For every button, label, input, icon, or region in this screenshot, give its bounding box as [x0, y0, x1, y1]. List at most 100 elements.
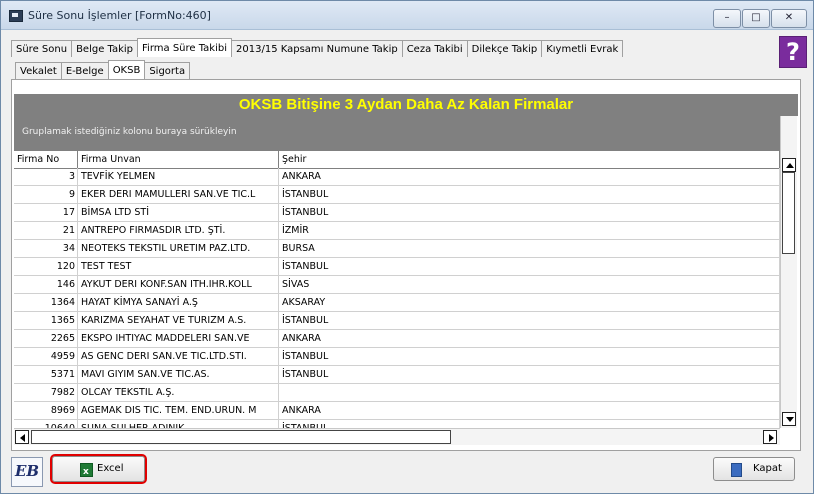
arrow-up-icon: [786, 163, 794, 168]
cell-sehir: İSTANBUL: [279, 366, 780, 383]
arrow-down-icon: [786, 417, 794, 422]
table-row[interactable]: 17 BİMSA LTD STİ İSTANBUL: [14, 204, 780, 222]
cell-firma-no: 2265: [14, 330, 78, 347]
cell-firma-unvan: ANTREPO FIRMASDIR LTD. ŞTİ.: [78, 222, 279, 239]
grid-panel: OKSB Bitişine 3 Aydan Daha Az Kalan Firm…: [11, 79, 801, 451]
minimize-button[interactable]: –: [713, 9, 741, 28]
tab-e-belge[interactable]: E-Belge: [60, 62, 109, 79]
tab-ceza-takibi[interactable]: Ceza Takibi: [401, 40, 468, 57]
maximize-button[interactable]: □: [742, 9, 770, 28]
cell-sehir: [279, 384, 780, 401]
exit-door-icon: [731, 463, 742, 477]
cell-firma-unvan: TEVFİK YELMEN: [78, 168, 279, 185]
grid-rows: 3 TEVFİK YELMEN ANKARA 9 EKER DERI MAMULLERI…: [14, 168, 780, 428]
table-row[interactable]: 7982 OLCAY TEKSTIL A.Ş.: [14, 384, 780, 402]
cell-firma-no: 120: [14, 258, 78, 275]
cell-firma-unvan: TEST TEST: [78, 258, 279, 275]
table-row[interactable]: 34 NEOTEKS TEKSTIL URETIM PAZ.LTD. BURSA: [14, 240, 780, 258]
scroll-right-button[interactable]: [763, 430, 777, 444]
cell-firma-no: 17: [14, 204, 78, 221]
cell-firma-unvan: NEOTEKS TEKSTIL URETIM PAZ.LTD.: [78, 240, 279, 257]
table-row[interactable]: 8969 AGEMAK DIS TIC. TEM. END.URUN. M ANKA…: [14, 402, 780, 420]
arrow-left-icon: [20, 434, 25, 442]
cell-firma-no: 8969: [14, 402, 78, 419]
cell-firma-unvan: EKER DERI MAMULLERI SAN.VE TIC.L: [78, 186, 279, 203]
cell-firma-unvan: AYKUT DERI KONF.SAN ITH.IHR.KOLL: [78, 276, 279, 293]
cell-sehir: ANKARA: [279, 168, 780, 185]
cell-firma-no: 7982: [14, 384, 78, 401]
vertical-scrollbar[interactable]: [780, 116, 797, 428]
table-row[interactable]: 4959 AS GENC DERI SAN.VE TIC.LTD.STI. İSTA…: [14, 348, 780, 366]
horizontal-scrollbar[interactable]: [14, 428, 780, 445]
group-hint: Gruplamak istediğiniz kolonu buraya sürü…: [22, 127, 237, 137]
table-row[interactable]: 3 TEVFİK YELMEN ANKARA: [14, 168, 780, 186]
tab-oksb[interactable]: OKSB: [107, 60, 146, 79]
cell-firma-no: 9: [14, 186, 78, 203]
cell-sehir: ANKARA: [279, 402, 780, 419]
cell-firma-no: 4959: [14, 348, 78, 365]
group-by-area[interactable]: Gruplamak istediğiniz kolonu buraya sürü…: [14, 116, 780, 150]
table-row[interactable]: 9 EKER DERI MAMULLERI SAN.VE TIC.L İSTANBU…: [14, 186, 780, 204]
scroll-left-button[interactable]: [15, 430, 29, 444]
header-firma-unvan[interactable]: Firma Unvan: [78, 151, 279, 168]
tab-vekalet[interactable]: Vekalet: [15, 62, 62, 79]
close-form-button[interactable]: Kapat: [713, 457, 795, 481]
table-row[interactable]: 1365 KARIZMA SEYAHAT VE TURIZM A.S. İSTANB…: [14, 312, 780, 330]
cell-firma-unvan: SUNA SULHER ADINIK: [78, 420, 279, 428]
cell-sehir: AKSARAY: [279, 294, 780, 311]
tab-dilekce-takip[interactable]: Dilekçe Takip: [466, 40, 543, 57]
tab-sigorta[interactable]: Sigorta: [144, 62, 191, 79]
cell-firma-unvan: KARIZMA SEYAHAT VE TURIZM A.S.: [78, 312, 279, 329]
table-row[interactable]: 2265 EKSPO IHTIYAC MADDELERI SAN.VE ANKARA: [14, 330, 780, 348]
scroll-down-button[interactable]: [782, 412, 796, 426]
cell-firma-no: 34: [14, 240, 78, 257]
cell-sehir: SİVAS: [279, 276, 780, 293]
tab-numune-takip[interactable]: 2013/15 Kapsamı Numune Takip: [231, 40, 403, 57]
header-firma-no[interactable]: Firma No: [14, 151, 78, 168]
cell-sehir: İSTANBUL: [279, 420, 780, 428]
cell-sehir: İSTANBUL: [279, 204, 780, 221]
tab-firma-sure-takibi[interactable]: Firma Süre Takibi: [137, 38, 233, 57]
cell-sehir: ANKARA: [279, 330, 780, 347]
cell-firma-no: 146: [14, 276, 78, 293]
horizontal-scroll-thumb[interactable]: [31, 430, 451, 444]
title-bar[interactable]: Süre Sonu İşlemler [FormNo:460] – □ ✕: [1, 1, 813, 30]
table-row[interactable]: 5371 MAVI GIYIM SAN.VE TIC.AS. İSTANBUL: [14, 366, 780, 384]
table-row[interactable]: 1364 HAYAT KİMYA SANAYİ A.Ş AKSARAY: [14, 294, 780, 312]
close-form-label: Kapat: [753, 463, 782, 474]
table-row[interactable]: 146 AYKUT DERI KONF.SAN ITH.IHR.KOLL SİVAS: [14, 276, 780, 294]
help-button[interactable]: ?: [779, 36, 807, 68]
primary-tabs: Süre Sonu Belge Takip Firma Süre Takibi …: [11, 38, 624, 58]
tab-kiymetli-evrak[interactable]: Kıymetli Evrak: [541, 40, 624, 57]
cell-firma-no: 3: [14, 168, 78, 185]
cell-firma-unvan: AS GENC DERI SAN.VE TIC.LTD.STI.: [78, 348, 279, 365]
grid-title: OKSB Bitişine 3 Aydan Daha Az Kalan Firm…: [14, 94, 798, 116]
cell-firma-no: 1365: [14, 312, 78, 329]
cell-firma-unvan: BİMSA LTD STİ: [78, 204, 279, 221]
footer-bar: EB Excel Kapat: [1, 452, 813, 493]
cell-sehir: İSTANBUL: [279, 348, 780, 365]
vertical-scroll-thumb[interactable]: [782, 172, 795, 254]
tab-sure-sonu[interactable]: Süre Sonu: [11, 40, 73, 57]
scroll-up-button[interactable]: [782, 158, 796, 172]
cell-firma-unvan: MAVI GIYIM SAN.VE TIC.AS.: [78, 366, 279, 383]
main-window: Süre Sonu İşlemler [FormNo:460] – □ ✕ Sü…: [0, 0, 814, 494]
excel-button[interactable]: Excel: [50, 454, 147, 484]
cell-sehir: İSTANBUL: [279, 312, 780, 329]
table-row[interactable]: 21 ANTREPO FIRMASDIR LTD. ŞTİ. İZMİR: [14, 222, 780, 240]
cell-sehir: İZMİR: [279, 222, 780, 239]
close-button[interactable]: ✕: [771, 9, 807, 28]
column-headers: Firma No Firma Unvan Şehir: [14, 150, 780, 169]
cell-firma-unvan: AGEMAK DIS TIC. TEM. END.URUN. M: [78, 402, 279, 419]
table-row[interactable]: 10640SUNA SULHER ADINIKİSTANBUL: [14, 420, 780, 428]
eb-logo-icon: EB: [11, 457, 43, 487]
app-icon: [9, 10, 23, 22]
tab-belge-takip[interactable]: Belge Takip: [71, 40, 139, 57]
excel-label: Excel: [97, 463, 124, 474]
table-row[interactable]: 120 TEST TEST İSTANBUL: [14, 258, 780, 276]
cell-firma-unvan: HAYAT KİMYA SANAYİ A.Ş: [78, 294, 279, 311]
cell-firma-unvan: EKSPO IHTIYAC MADDELERI SAN.VE: [78, 330, 279, 347]
header-sehir[interactable]: Şehir: [279, 151, 780, 168]
cell-firma-no: 1364: [14, 294, 78, 311]
window-title: Süre Sonu İşlemler [FormNo:460]: [28, 9, 211, 22]
